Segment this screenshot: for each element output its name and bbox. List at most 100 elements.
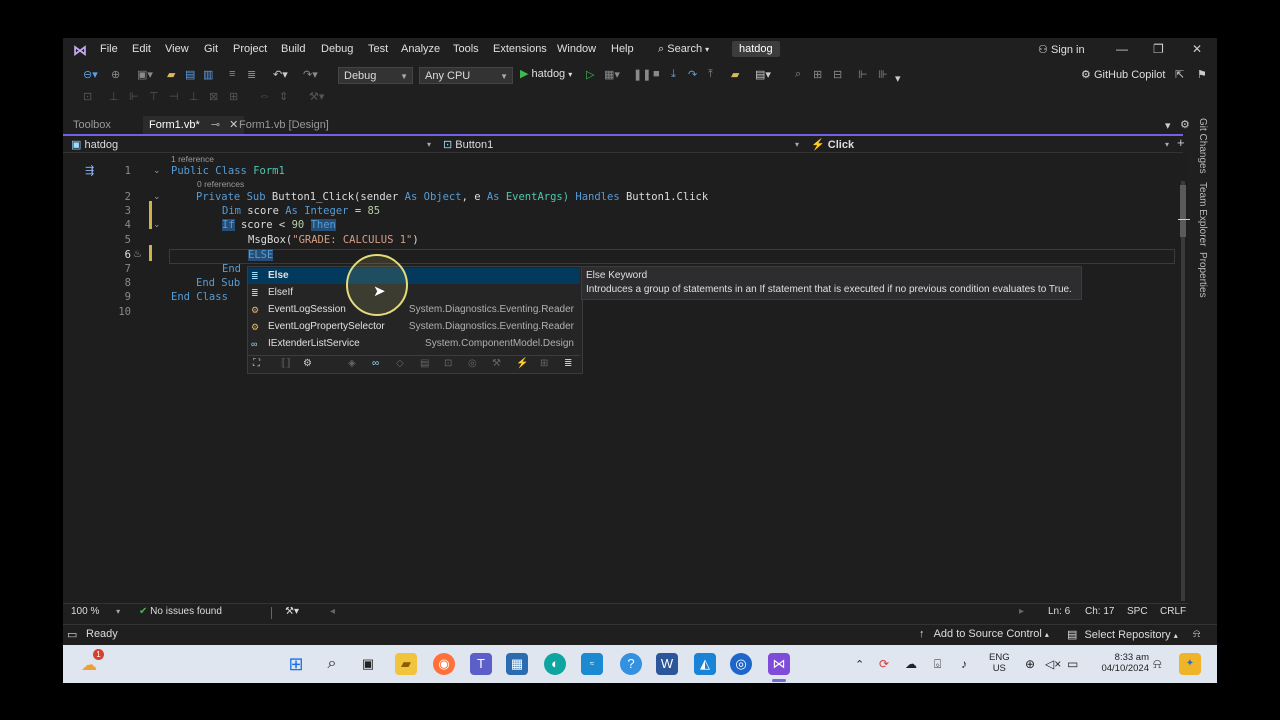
codelens-references[interactable]: 1 reference <box>171 154 214 164</box>
copilot-taskbar-icon[interactable]: ✦ <box>1179 653 1201 675</box>
collapse-icon[interactable]: ⌄ <box>153 165 161 176</box>
teams-icon[interactable]: T <box>470 653 492 675</box>
step-into-icon[interactable]: ⤓ <box>671 68 676 81</box>
platform-select[interactable]: Any CPU ▼ <box>419 67 513 84</box>
task-view-icon[interactable]: ▣ <box>357 653 379 675</box>
photos-icon[interactable]: ◭ <box>694 653 716 675</box>
feedback-icon[interactable]: ⚑ <box>1197 68 1207 81</box>
scrollbar-track[interactable] <box>1181 181 1185 601</box>
menu-debug[interactable]: Debug <box>321 43 353 55</box>
zoom-dropdown[interactable]: 100 % ▾ <box>71 606 120 617</box>
align-icon[interactable]: ⊩ <box>858 68 868 81</box>
collapse-icon[interactable]: ⌄ <box>153 219 161 230</box>
save-all-icon[interactable]: ▥ <box>203 68 213 81</box>
settings-gear-icon[interactable]: ⚙ <box>1180 118 1190 131</box>
menu-tools[interactable]: Tools <box>453 43 479 55</box>
property-filter-icon[interactable]: ⚒ <box>492 358 501 369</box>
menu-window[interactable]: Window <box>557 43 596 55</box>
step-over-icon[interactable]: ↷ <box>688 68 697 81</box>
menu-build[interactable]: Build <box>281 43 305 55</box>
line-ending-indicator[interactable]: CRLF <box>1160 606 1186 617</box>
pause-icon[interactable]: ❚❚ <box>633 68 651 81</box>
code-cleanup-icon[interactable]: ⚒▾ <box>285 606 299 617</box>
delegate-filter-icon[interactable]: ⊡ <box>444 358 452 369</box>
line-indicator[interactable]: Ln: 6 <box>1048 606 1070 617</box>
bookmark-icon[interactable]: ⊟ <box>833 68 842 81</box>
hot-reload-icon[interactable]: ▦▾ <box>604 68 620 81</box>
close-tab-icon[interactable]: ✕ <box>229 119 238 131</box>
language-indicator[interactable]: ENG US <box>989 652 1010 674</box>
add-to-source-control-button[interactable]: ↑ Add to Source Control ▴ <box>919 628 1049 640</box>
make-same-size-icon[interactable]: ⊠ <box>209 90 218 103</box>
vertical-scrollbar[interactable] <box>1178 153 1190 603</box>
find-icon[interactable]: ⌕ <box>795 68 801 81</box>
store-icon[interactable]: ▦ <box>506 653 528 675</box>
object-dropdown[interactable]: ⊡ Button1 <box>443 138 493 151</box>
horizontal-spacing-icon[interactable]: ⇔ <box>259 90 270 102</box>
notification-bell-icon[interactable]: ⍾ <box>1153 656 1162 672</box>
word-icon[interactable]: W <box>656 653 678 675</box>
tab-git-changes[interactable]: Git Changes <box>1197 118 1208 174</box>
onedrive-icon[interactable]: ☁ <box>905 657 917 671</box>
snippet-filter-icon[interactable]: ⟦⟧ <box>281 358 291 369</box>
format-icon[interactable]: ⊪ <box>878 68 888 81</box>
file-explorer-icon[interactable]: ▰ <box>395 653 417 675</box>
weather-widget[interactable]: ☁ 1 <box>81 649 104 675</box>
restore-button[interactable]: ❐ <box>1153 42 1164 56</box>
window-layout-icon[interactable]: ▤▾ <box>755 68 771 81</box>
undo-icon[interactable]: ↶▾ <box>273 68 288 81</box>
solution-explorer-icon[interactable]: ▰ <box>731 68 739 81</box>
tab-team-explorer[interactable]: Team Explorer <box>1197 182 1208 246</box>
project-dropdown[interactable]: ▣ hatdog <box>71 138 118 151</box>
method-filter-icon[interactable]: ◈ <box>348 358 356 369</box>
notifications-bell-icon[interactable]: ⍾ <box>1193 628 1200 641</box>
search-box[interactable]: ⌕ Search ▾ <box>658 43 709 56</box>
forward-icon[interactable]: ⊕ <box>111 68 120 81</box>
completion-item[interactable]: ⚙ EventLogSession System.Diagnostics.Eve… <box>248 302 580 318</box>
tab-properties[interactable]: Properties <box>1197 252 1208 298</box>
volume-muted-icon[interactable]: ◁× <box>1045 657 1061 671</box>
field-filter-icon[interactable]: ◎ <box>468 358 477 369</box>
collapse-icon[interactable]: ⌄ <box>153 191 161 202</box>
column-indicator[interactable]: Ch: 17 <box>1085 606 1114 617</box>
namespace-filter-icon[interactable]: ⊞ <box>540 358 548 369</box>
tab-order-icon[interactable]: ⚒▾ <box>309 90 324 103</box>
size-to-grid-icon[interactable]: ⊞ <box>229 90 238 103</box>
enum-filter-icon[interactable]: ▤ <box>420 358 429 369</box>
stop-icon[interactable]: ■ <box>653 68 660 80</box>
menu-test[interactable]: Test <box>368 43 388 55</box>
completion-item[interactable]: ≣ ElseIf <box>248 285 580 301</box>
taskbar-search-icon[interactable]: ⌕ <box>321 653 343 675</box>
interface-filter-icon[interactable]: ∞ <box>372 358 379 369</box>
output-icon[interactable]: ▭ <box>67 628 77 641</box>
completion-item[interactable]: ≣ Else <box>248 268 580 284</box>
github-copilot-button[interactable]: ⚙ GitHub Copilot <box>1081 68 1165 81</box>
expand-filter-icon[interactable]: ⛶ <box>253 358 260 369</box>
menu-view[interactable]: View <box>165 43 189 55</box>
back-icon[interactable]: ⊖▾ <box>83 68 98 81</box>
align-lefts-icon[interactable]: ⊡ <box>83 90 92 103</box>
close-button[interactable]: ✕ <box>1192 42 1202 56</box>
menu-git[interactable]: Git <box>204 43 218 55</box>
align-tops-icon[interactable]: ⊤ <box>149 90 159 103</box>
select-repository-button[interactable]: ▤ Select Repository ▴ <box>1067 628 1178 641</box>
align-middles-icon[interactable]: ⊣ <box>169 90 179 103</box>
clock[interactable]: 8:33 am 04/10/2024 <box>1099 652 1149 674</box>
align-centers-icon[interactable]: ⊥ <box>109 90 119 103</box>
codelens-references[interactable]: 0 references <box>197 179 244 189</box>
usb-icon[interactable]: ⌺ <box>934 657 941 672</box>
windows-start-icon[interactable]: ⊞ <box>285 653 307 675</box>
menu-edit[interactable]: Edit <box>132 43 151 55</box>
tab-overflow-icon[interactable]: ▾ <box>1165 119 1171 132</box>
battery-icon[interactable]: ▭ <box>1067 657 1078 671</box>
new-project-icon[interactable]: ▣▾ <box>137 68 153 81</box>
menu-help[interactable]: Help <box>611 43 634 55</box>
help-app-icon[interactable]: ? <box>620 653 642 675</box>
completion-item[interactable]: ∞ IExtenderListService System.ComponentM… <box>248 336 580 352</box>
firefox-icon[interactable]: ◉ <box>433 653 455 675</box>
open-folder-icon[interactable]: ▰ <box>167 68 175 81</box>
start-without-debugging-icon[interactable]: ▷ <box>586 68 594 81</box>
tab-form1-design[interactable]: Form1.vb [Design] <box>239 119 329 131</box>
uncomment-icon[interactable]: ≣ <box>247 68 256 81</box>
class-filter-icon[interactable]: ⚙ <box>303 358 312 369</box>
